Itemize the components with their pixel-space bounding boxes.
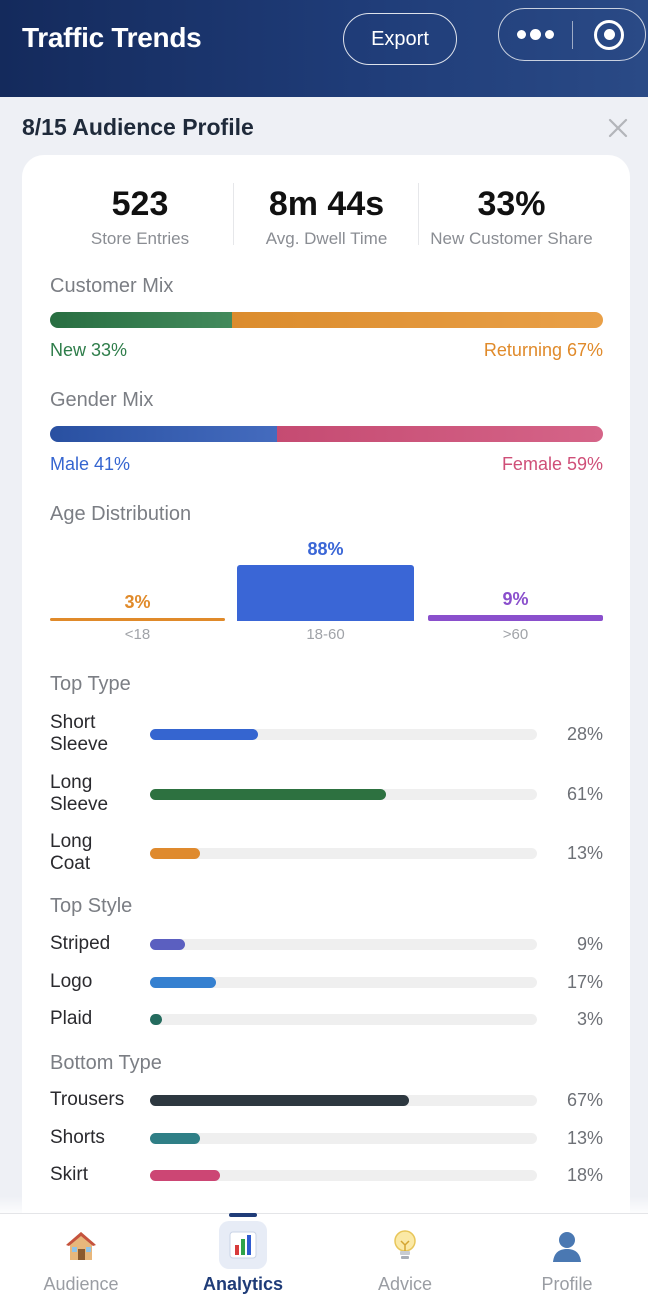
age-group-label: >60 [502, 626, 529, 643]
top-type-title: Top Type [50, 673, 131, 695]
progress-track [150, 788, 537, 800]
progress-fill [150, 939, 185, 950]
customer-mix-new-label: New 33% [50, 340, 128, 360]
tab-label: Analytics [202, 1274, 284, 1294]
close-icon[interactable] [605, 115, 631, 141]
lightbulb-icon [385, 1226, 425, 1266]
progress-fill [150, 788, 387, 800]
gender-mix-bar [50, 426, 603, 442]
row-label: Shorts [50, 1126, 105, 1148]
stat-value: 8m 44s [268, 185, 385, 223]
percent-value: 61% [566, 783, 603, 804]
age-bar [237, 565, 414, 621]
house-icon [61, 1226, 101, 1266]
stat-label: Avg. Dwell Time [265, 229, 388, 248]
person-icon [547, 1226, 587, 1266]
age-group-label: 18-60 [306, 626, 345, 643]
percent-value: 67% [566, 1090, 603, 1110]
progress-track [150, 1132, 537, 1144]
progress-fill [150, 729, 259, 740]
progress-fill [150, 1132, 201, 1144]
close-app-icon[interactable] [573, 9, 645, 60]
row-label: Skirt [50, 1164, 88, 1185]
gender-mix-title: Gender Mix [50, 389, 154, 411]
progress-track [150, 1095, 537, 1106]
customer-mix-bar [50, 312, 603, 328]
progress-track [150, 848, 537, 859]
stat-label: New Customer Share [430, 229, 593, 248]
gender-mix-male-label: Male 41% [50, 454, 131, 474]
active-tab-indicator [229, 1213, 257, 1217]
age-bar [428, 615, 603, 621]
progress-fill [150, 1095, 410, 1106]
percent-value: 17% [566, 971, 603, 992]
tab-profile[interactable]: Profile [486, 1214, 648, 1312]
mini-program-capsule [498, 8, 646, 61]
percent-value: 13% [566, 843, 603, 863]
tab-advice[interactable]: Advice [324, 1214, 486, 1312]
age-value-label: 9% [502, 589, 529, 609]
customer-mix-returning-label: Returning 67% [483, 340, 603, 360]
tab-audience[interactable]: Audience [0, 1214, 162, 1312]
tab-label: Audience [43, 1274, 119, 1294]
progress-track [150, 1170, 537, 1181]
progress-track [150, 1014, 537, 1025]
stat-value: 523 [111, 185, 169, 223]
customer-mix-new-segment [50, 312, 233, 328]
progress-fill [150, 848, 201, 859]
row-label: Trousers [50, 1089, 125, 1110]
gender-mix-female-segment [276, 426, 603, 442]
bar-chart-icon [219, 1221, 267, 1269]
export-button[interactable]: Export [343, 13, 457, 65]
more-icon[interactable] [499, 9, 572, 60]
tab-bar: Audience Analytics Advice Profile [0, 1213, 648, 1312]
progress-track [150, 939, 537, 950]
percent-value: 28% [566, 724, 603, 744]
bottom-type-title: Bottom Type [50, 1052, 162, 1074]
row-label: Long Sleeve [50, 771, 109, 815]
row-label: Long Coat [50, 831, 93, 874]
stat-value: 33% [477, 185, 546, 223]
age-distribution-title: Age Distribution [50, 503, 192, 525]
row-label: Short Sleeve [50, 712, 109, 755]
customer-mix-returning-segment [232, 312, 603, 328]
stat-dwell-time: 8m 44s Avg. Dwell Time [234, 183, 419, 249]
sheet-title: 8/15 Audience Profile [22, 114, 254, 140]
age-value-label: 3% [124, 592, 151, 612]
row-label: Striped [50, 933, 111, 954]
row-label: Plaid [50, 1008, 93, 1029]
tab-analytics[interactable]: Analytics [162, 1213, 324, 1312]
stat-label: Store Entries [90, 229, 190, 248]
customer-mix-title: Customer Mix [50, 275, 174, 297]
profile-card: 523 Store Entries 8m 44s Avg. Dwell Time… [22, 155, 630, 1255]
tab-label: Profile [541, 1274, 593, 1294]
percent-value: 9% [576, 934, 603, 954]
age-bar [50, 618, 225, 621]
top-style-title: Top Style [50, 895, 133, 917]
progress-fill [150, 976, 216, 988]
progress-track [150, 729, 537, 740]
top-bar: Traffic Trends Export [0, 0, 648, 97]
stat-new-share: 33% New Customer Share [419, 183, 604, 249]
gender-mix-female-label: Female 59% [501, 454, 603, 474]
percent-value: 18% [566, 1165, 603, 1185]
percent-value: 3% [576, 1009, 603, 1029]
tab-label: Advice [377, 1274, 433, 1294]
progress-track [150, 976, 537, 988]
progress-fill [150, 1170, 220, 1181]
gender-mix-male-segment [50, 426, 277, 442]
progress-fill [150, 1014, 162, 1025]
stat-store-entries: 523 Store Entries [30, 183, 250, 249]
percent-value: 13% [566, 1127, 603, 1148]
row-label: Logo [50, 970, 93, 992]
age-group-label: <18 [124, 626, 151, 643]
app-title: Traffic Trends [22, 22, 202, 53]
age-value-label: 88% [307, 539, 344, 559]
